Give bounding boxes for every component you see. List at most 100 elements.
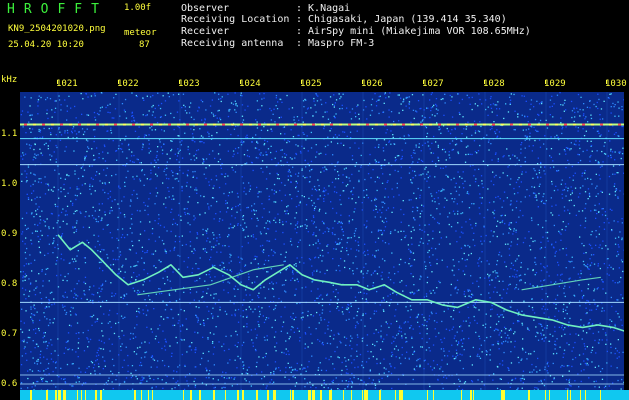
- noise-dot: [44, 273, 47, 275]
- noise-dot: [311, 355, 313, 357]
- noise-dot: [181, 190, 183, 192]
- noise-dot: [211, 280, 213, 282]
- noise-dot: [215, 213, 217, 215]
- noise-dot: [591, 150, 593, 152]
- noise-dot: [574, 341, 576, 344]
- noise-dot: [284, 260, 286, 262]
- noise-dot: [619, 151, 621, 153]
- noise-dot: [583, 343, 585, 345]
- noise-dot: [617, 313, 619, 315]
- noise-dot: [115, 322, 117, 325]
- noise-dot: [225, 211, 228, 213]
- noise-dot: [435, 103, 437, 106]
- noise-dot: [259, 108, 261, 111]
- noise-dot: [310, 314, 312, 316]
- noise-dot: [133, 265, 135, 267]
- noise-dot: [355, 300, 357, 302]
- noise-dot: [444, 93, 446, 95]
- noise-dot: [196, 233, 199, 235]
- noise-dot: [565, 126, 567, 128]
- noise-dot: [155, 161, 157, 164]
- noise-dot: [614, 183, 616, 185]
- noise-dot: [520, 359, 522, 361]
- noise-dot: [66, 214, 68, 216]
- noise-dot: [186, 266, 189, 268]
- noise-dot: [207, 337, 209, 339]
- noise-dot: [520, 201, 522, 203]
- noise-dot: [599, 267, 601, 270]
- noise-dot: [437, 144, 439, 147]
- noise-dot: [326, 111, 328, 113]
- noise-dot: [214, 276, 216, 278]
- noise-dot: [408, 103, 410, 105]
- noise-dot: [591, 262, 593, 264]
- noise-dot: [432, 216, 434, 218]
- noise-dot: [226, 377, 228, 379]
- noise-dot: [303, 262, 305, 264]
- noise-dot: [404, 333, 406, 335]
- noise-dot: [491, 344, 493, 346]
- noise-dot: [363, 250, 366, 253]
- noise-dot: [20, 328, 22, 330]
- noise-dot: [435, 108, 438, 110]
- noise-dot: [171, 208, 173, 210]
- noise-dot: [37, 370, 39, 372]
- noise-dot: [391, 252, 393, 254]
- noise-dot: [158, 214, 160, 216]
- noise-dot: [62, 295, 64, 297]
- noise-dot: [354, 142, 356, 144]
- noise-dot: [25, 310, 27, 312]
- noise-dot: [132, 176, 134, 178]
- noise-dot: [319, 314, 321, 316]
- noise-dot: [211, 264, 214, 266]
- noise-dot: [579, 159, 582, 162]
- noise-dot: [110, 127, 112, 129]
- noise-dot: [51, 304, 53, 306]
- noise-dot: [333, 334, 335, 336]
- noise-dot: [347, 372, 349, 375]
- noise-dot: [119, 337, 121, 340]
- noise-dot: [242, 142, 244, 144]
- noise-dot: [296, 369, 298, 372]
- noise-dot: [394, 156, 397, 159]
- noise-dot: [434, 248, 437, 250]
- noise-dot: [621, 109, 623, 111]
- noise-dot: [603, 386, 606, 389]
- noise-dot: [370, 351, 372, 353]
- noise-dot: [615, 310, 617, 313]
- noise-dot: [209, 370, 211, 372]
- noise-dot: [41, 378, 43, 381]
- noise-dot: [275, 201, 277, 203]
- noise-dot: [448, 151, 450, 153]
- noise-dot: [332, 227, 334, 229]
- noise-dot: [546, 127, 549, 129]
- noise-dot: [155, 293, 157, 295]
- noise-dot: [433, 218, 436, 220]
- noise-dot: [176, 111, 179, 113]
- noise-dot: [540, 332, 542, 334]
- noise-dot: [305, 166, 307, 168]
- noise-dot: [178, 268, 180, 270]
- noise-dot: [92, 178, 94, 180]
- noise-dot: [297, 175, 299, 177]
- noise-dot: [332, 338, 335, 340]
- noise-dot: [161, 379, 163, 381]
- noise-dot: [285, 366, 287, 369]
- noise-dot: [307, 310, 309, 313]
- noise-dot: [418, 289, 420, 291]
- noise-dot: [320, 317, 322, 319]
- noise-dot: [463, 290, 466, 293]
- noise-dot: [329, 310, 331, 313]
- noise-dot: [358, 196, 360, 198]
- noise-dot: [228, 191, 231, 194]
- noise-dot: [285, 221, 287, 223]
- noise-dot: [85, 139, 88, 141]
- noise-dot: [512, 154, 514, 156]
- noise-dot: [36, 286, 38, 288]
- noise-dot: [337, 298, 339, 301]
- noise-dot: [430, 193, 432, 195]
- noise-dot: [355, 202, 357, 204]
- noise-dot: [71, 258, 74, 260]
- noise-dot: [111, 292, 113, 294]
- noise-dot: [38, 128, 40, 131]
